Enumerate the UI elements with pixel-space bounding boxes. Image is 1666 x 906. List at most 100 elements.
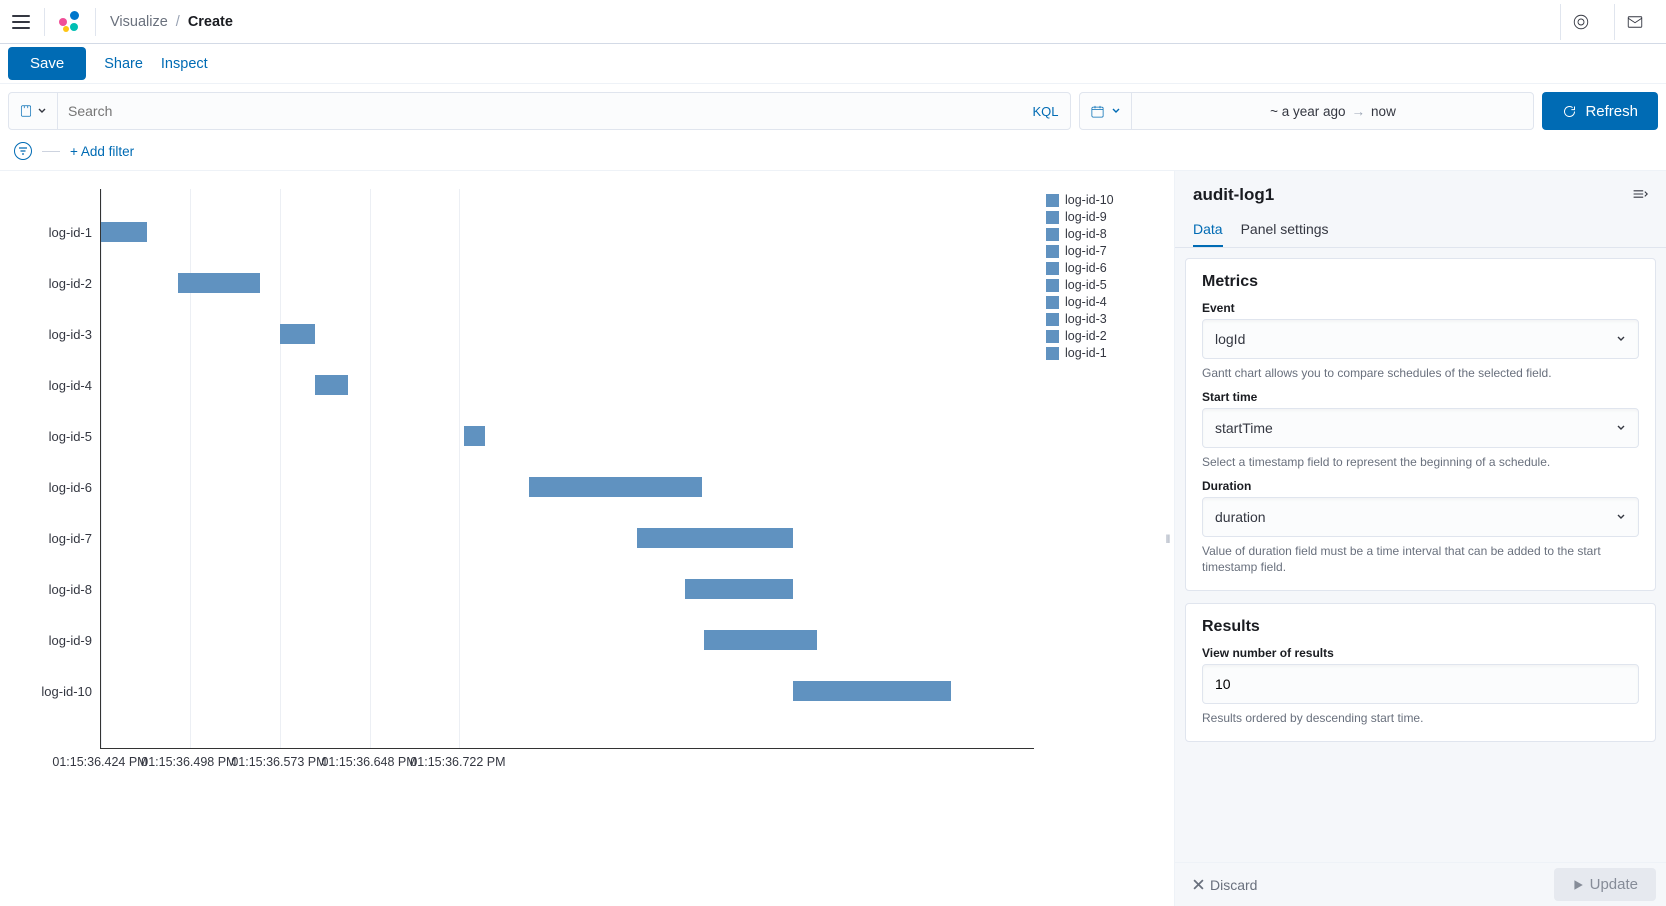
gantt-bar[interactable]	[464, 426, 486, 446]
share-link[interactable]: Share	[104, 56, 143, 72]
legend-item[interactable]: log-id-2	[1046, 329, 1144, 343]
breadcrumb-current: Create	[188, 14, 233, 30]
duration-select[interactable]: duration	[1202, 497, 1639, 537]
update-label: Update	[1590, 876, 1638, 893]
arrow-right-icon: →	[1352, 104, 1366, 119]
legend-item[interactable]: log-id-1	[1046, 346, 1144, 360]
chart-area: log-id-1log-id-2log-id-3log-id-4log-id-5…	[0, 171, 1162, 906]
y-tick-label: log-id-3	[10, 309, 100, 360]
start-value: startTime	[1215, 420, 1273, 436]
legend-item[interactable]: log-id-3	[1046, 312, 1144, 326]
legend-swatch	[1046, 228, 1059, 241]
menu-icon[interactable]	[12, 15, 30, 29]
gantt-bar[interactable]	[101, 222, 147, 242]
x-tick-label: 01:15:36.424 PM	[52, 755, 147, 769]
results-label: View number of results	[1202, 646, 1639, 660]
breadcrumb: Visualize / Create	[110, 14, 233, 30]
legend-item[interactable]: log-id-6	[1046, 261, 1144, 275]
action-bar: Save Share Inspect	[0, 44, 1666, 84]
inspect-link[interactable]: Inspect	[161, 56, 208, 72]
legend-item[interactable]: log-id-7	[1046, 244, 1144, 258]
legend-item[interactable]: log-id-5	[1046, 278, 1144, 292]
results-card: Results View number of results Results o…	[1185, 603, 1656, 742]
add-filter-link[interactable]: + Add filter	[70, 144, 134, 159]
legend-swatch	[1046, 347, 1059, 360]
legend-swatch	[1046, 262, 1059, 275]
legend-item[interactable]: log-id-4	[1046, 295, 1144, 309]
top-bar: Visualize / Create	[0, 0, 1666, 44]
gantt-bar[interactable]	[315, 375, 349, 395]
legend-swatch	[1046, 211, 1059, 224]
legend-label: log-id-3	[1065, 312, 1107, 326]
y-tick-label: log-id-6	[10, 462, 100, 513]
calendar-button[interactable]	[1080, 93, 1132, 129]
time-picker: ~ a year ago → now	[1079, 92, 1534, 130]
logo-icon[interactable]	[59, 11, 81, 33]
x-tick-label: 01:15:36.498 PM	[141, 755, 236, 769]
gantt-bar[interactable]	[793, 681, 952, 701]
legend-label: log-id-8	[1065, 227, 1107, 241]
gantt-bar[interactable]	[704, 630, 817, 650]
duration-help: Value of duration field must be a time i…	[1202, 543, 1639, 577]
start-label: Start time	[1202, 390, 1639, 404]
tab-panel-settings[interactable]: Panel settings	[1241, 213, 1329, 247]
y-tick-label: log-id-10	[10, 666, 100, 717]
legend-item[interactable]: log-id-9	[1046, 210, 1144, 224]
gantt-bar[interactable]	[280, 324, 315, 344]
gantt-bar[interactable]	[685, 579, 793, 599]
side-panel: audit-log1 Data Panel settings Metrics E…	[1174, 171, 1666, 906]
x-tick-label: 01:15:36.722 PM	[410, 755, 505, 769]
metrics-card: Metrics Event logId Gantt chart allows y…	[1185, 258, 1656, 591]
legend-item[interactable]: log-id-10	[1046, 193, 1144, 207]
event-value: logId	[1215, 331, 1245, 347]
gantt-bar[interactable]	[637, 528, 793, 548]
panel-tabs: Data Panel settings	[1175, 213, 1666, 248]
filter-row: + Add filter	[0, 138, 1666, 171]
breadcrumb-sep: /	[176, 14, 180, 30]
resize-handle[interactable]: ‖	[1162, 171, 1174, 906]
legend: log-id-10 log-id-9 log-id-8 log-id-7 log-id-…	[1034, 189, 1144, 749]
y-tick-label: log-id-1	[10, 207, 100, 258]
event-help: Gantt chart allows you to compare schedu…	[1202, 365, 1639, 382]
legend-label: log-id-6	[1065, 261, 1107, 275]
mail-icon[interactable]	[1614, 4, 1654, 40]
event-select[interactable]: logId	[1202, 319, 1639, 359]
query-options-button[interactable]	[9, 93, 58, 129]
time-from: ~ a year ago	[1270, 104, 1345, 119]
panel-title: audit-log1	[1193, 185, 1274, 205]
search-input[interactable]	[58, 103, 1032, 119]
legend-label: log-id-9	[1065, 210, 1107, 224]
legend-swatch	[1046, 245, 1059, 258]
gantt-plot[interactable]	[100, 189, 1034, 749]
save-button[interactable]: Save	[8, 47, 86, 80]
results-input[interactable]	[1202, 664, 1639, 704]
legend-label: log-id-10	[1065, 193, 1114, 207]
collapse-icon[interactable]	[1632, 187, 1648, 203]
divider	[42, 151, 60, 152]
tab-data[interactable]: Data	[1193, 213, 1223, 247]
duration-value: duration	[1215, 509, 1266, 525]
x-tick-label: 01:15:36.648 PM	[321, 755, 416, 769]
discard-label: Discard	[1210, 877, 1257, 893]
search-row: KQL ~ a year ago → now Refresh	[0, 84, 1666, 138]
y-tick-label: log-id-2	[10, 258, 100, 309]
help-icon[interactable]	[1560, 4, 1600, 40]
legend-swatch	[1046, 313, 1059, 326]
gantt-bar[interactable]	[178, 273, 260, 293]
query-lang-toggle[interactable]: KQL	[1032, 104, 1070, 119]
update-button[interactable]: Update	[1554, 868, 1656, 901]
legend-label: log-id-4	[1065, 295, 1107, 309]
legend-swatch	[1046, 194, 1059, 207]
breadcrumb-parent[interactable]: Visualize	[110, 14, 168, 30]
event-label: Event	[1202, 301, 1639, 315]
metrics-heading: Metrics	[1202, 273, 1639, 291]
refresh-button[interactable]: Refresh	[1542, 92, 1658, 130]
legend-item[interactable]: log-id-8	[1046, 227, 1144, 241]
start-select[interactable]: startTime	[1202, 408, 1639, 448]
time-to: now	[1371, 104, 1396, 119]
filter-icon[interactable]	[14, 142, 32, 160]
gantt-bar[interactable]	[529, 477, 702, 497]
discard-button[interactable]: Discard	[1185, 871, 1265, 899]
y-tick-label: log-id-8	[10, 564, 100, 615]
time-range-display[interactable]: ~ a year ago → now	[1132, 104, 1533, 119]
